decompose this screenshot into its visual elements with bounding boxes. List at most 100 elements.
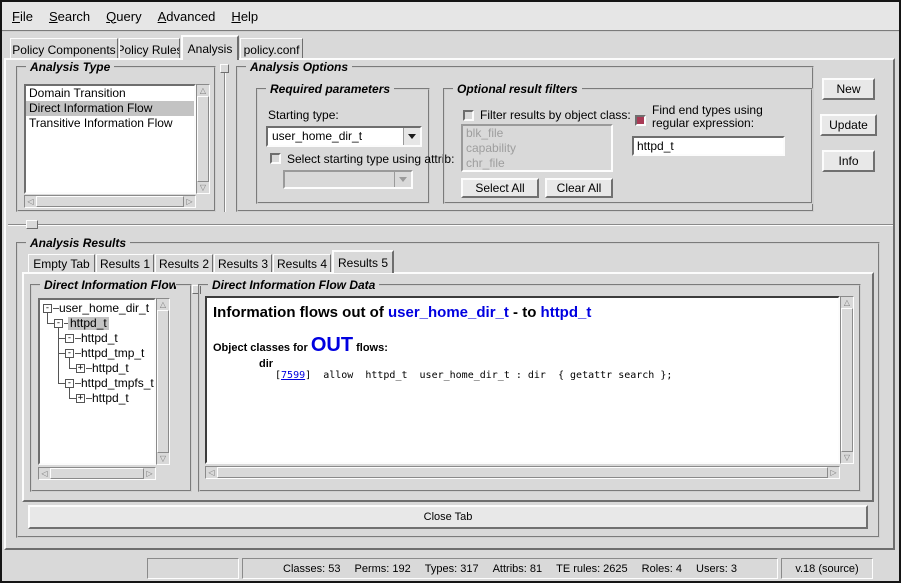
analysis-type-hscrollbar[interactable]: ◁ ▷ — [24, 195, 196, 208]
flow-tree-title: Direct Information Flow T — [40, 278, 176, 292]
status-cell-empty — [147, 558, 239, 579]
new-button[interactable]: New — [822, 78, 875, 100]
update-button[interactable]: Update — [820, 114, 877, 136]
tree-node-label[interactable]: httpd_tmpfs_t — [79, 377, 156, 390]
tree-expand-icon[interactable]: - — [65, 349, 74, 358]
tree-expand-icon[interactable]: - — [65, 379, 74, 388]
attrib-checkbox[interactable] — [270, 153, 281, 164]
analysis-options-title: Analysis Options — [246, 60, 352, 74]
analysis-type-vscrollbar[interactable]: △ ▽ — [196, 84, 210, 194]
tree-line — [58, 328, 59, 384]
scroll-right-icon[interactable]: ▷ — [144, 468, 155, 479]
tree-node-label[interactable]: httpd_t — [79, 332, 120, 345]
scroll-thumb[interactable] — [841, 308, 853, 452]
subhead-prefix: Object classes for — [213, 342, 311, 354]
flow-heading-mid: - to — [509, 304, 541, 321]
scroll-thumb[interactable] — [217, 467, 828, 478]
scroll-left-icon[interactable]: ◁ — [206, 467, 217, 478]
rule-id-link[interactable]: 7599 — [281, 370, 305, 381]
flow-target-type: httpd_t — [541, 304, 592, 321]
menu-help[interactable]: Help — [231, 9, 258, 24]
tree-node-label[interactable]: httpd_tmp_t — [79, 347, 146, 360]
list-item-direct-information-flow[interactable]: Direct Information Flow — [26, 101, 194, 116]
close-tab-button[interactable]: Close Tab — [28, 505, 868, 529]
select-all-button[interactable]: Select All — [461, 178, 539, 198]
scroll-up-icon[interactable]: △ — [841, 297, 853, 308]
tab-results-1[interactable]: Results 1 — [96, 254, 154, 273]
tab-results-3[interactable]: Results 3 — [214, 254, 272, 273]
tree-line — [58, 338, 65, 339]
starting-type-value: user_home_dir_t — [268, 128, 403, 145]
app-window: File Search Query Advanced Help Policy C… — [0, 0, 901, 583]
tab-results-2[interactable]: Results 2 — [155, 254, 213, 273]
scroll-right-icon[interactable]: ▷ — [828, 467, 839, 478]
sash-handle[interactable] — [26, 220, 38, 229]
object-class-item: capability — [463, 141, 611, 156]
tree-expand-icon[interactable]: - — [43, 304, 52, 313]
scroll-thumb[interactable] — [36, 196, 184, 207]
scroll-left-icon[interactable]: ◁ — [25, 196, 36, 207]
starting-type-label: Starting type: — [268, 108, 339, 122]
object-class-checkbox[interactable] — [463, 110, 474, 121]
scroll-thumb[interactable] — [157, 310, 169, 453]
tab-policy-components[interactable]: Policy Components — [10, 38, 118, 60]
menu-advanced[interactable]: Advanced — [158, 9, 216, 24]
scroll-left-icon[interactable]: ◁ — [39, 468, 50, 479]
scroll-down-icon[interactable]: ▽ — [157, 453, 169, 464]
tab-results-4[interactable]: Results 4 — [273, 254, 331, 273]
object-class-checkbox-label[interactable]: Filter results by object class: — [480, 108, 631, 122]
stat-classes: Classes: 53 — [283, 563, 340, 575]
data-hscrollbar[interactable]: ◁ ▷ — [205, 466, 840, 479]
tree-line — [47, 323, 54, 324]
data-vscrollbar[interactable]: △ ▽ — [840, 296, 854, 464]
list-item-domain-transition[interactable]: Domain Transition — [26, 86, 194, 101]
attrib-checkbox-label[interactable]: Select starting type using attrib: — [287, 152, 454, 166]
flow-heading: Information flows out of user_home_dir_t… — [213, 304, 832, 321]
tree-line — [58, 383, 65, 384]
stat-users: Users: 3 — [696, 563, 737, 575]
flow-data-title: Direct Information Flow Data — [208, 278, 379, 292]
tree-node-label[interactable]: httpd_t — [68, 317, 109, 330]
clear-all-button[interactable]: Clear All — [545, 178, 613, 198]
tab-policy-rules[interactable]: Policy Rules — [119, 38, 180, 60]
tree-node-label[interactable]: user_home_dir_t — [57, 302, 151, 315]
menu-query[interactable]: Query — [106, 9, 141, 24]
scroll-down-icon[interactable]: ▽ — [197, 182, 209, 193]
object-class-heading: dir — [213, 358, 832, 370]
tree-expand-icon[interactable]: + — [76, 364, 85, 373]
list-item-transitive-information-flow[interactable]: Transitive Information Flow — [26, 116, 194, 131]
tree-node-label[interactable]: httpd_t — [90, 362, 131, 375]
menu-search[interactable]: Search — [49, 9, 90, 24]
out-flow-label: OUT — [311, 334, 353, 356]
scroll-down-icon[interactable]: ▽ — [841, 452, 853, 463]
scroll-thumb[interactable] — [50, 468, 144, 479]
stat-roles: Roles: 4 — [642, 563, 682, 575]
scroll-up-icon[interactable]: △ — [157, 299, 169, 310]
tab-policy-conf[interactable]: policy.conf — [240, 38, 303, 60]
scroll-thumb[interactable] — [197, 96, 209, 182]
flow-subhead: Object classes for OUT flows: — [213, 334, 832, 357]
tree-vscrollbar[interactable]: △ ▽ — [156, 298, 170, 465]
sash-handle[interactable] — [220, 64, 229, 73]
chevron-down-icon[interactable] — [403, 128, 420, 145]
stat-perms: Perms: 192 — [355, 563, 411, 575]
tree-hscrollbar[interactable]: ◁ ▷ — [38, 467, 156, 480]
scroll-up-icon[interactable]: △ — [197, 85, 209, 96]
tree-expand-icon[interactable]: - — [54, 319, 63, 328]
regex-checkbox-label[interactable]: Find end types using regular expression: — [652, 104, 794, 130]
flow-tree: - user_home_dir_t - httpd_t - httpd_t - … — [38, 298, 156, 465]
tree-node-label[interactable]: httpd_t — [90, 392, 131, 405]
tab-results-5[interactable]: Results 5 — [332, 250, 394, 273]
status-cell-stats: Classes: 53 Perms: 192 Types: 317 Attrib… — [242, 558, 778, 579]
menu-file[interactable]: File — [12, 9, 33, 24]
tree-expand-icon[interactable]: + — [76, 394, 85, 403]
tree-expand-icon[interactable]: - — [65, 334, 74, 343]
info-button[interactable]: Info — [822, 150, 875, 172]
starting-type-combobox[interactable]: user_home_dir_t — [266, 126, 422, 147]
flow-source-type: user_home_dir_t — [388, 304, 509, 321]
tab-analysis[interactable]: Analysis — [181, 35, 239, 60]
scroll-right-icon[interactable]: ▷ — [184, 196, 195, 207]
tab-empty-tab[interactable]: Empty Tab — [28, 254, 95, 273]
regex-input[interactable] — [632, 136, 785, 156]
regex-checkbox[interactable] — [635, 115, 646, 126]
